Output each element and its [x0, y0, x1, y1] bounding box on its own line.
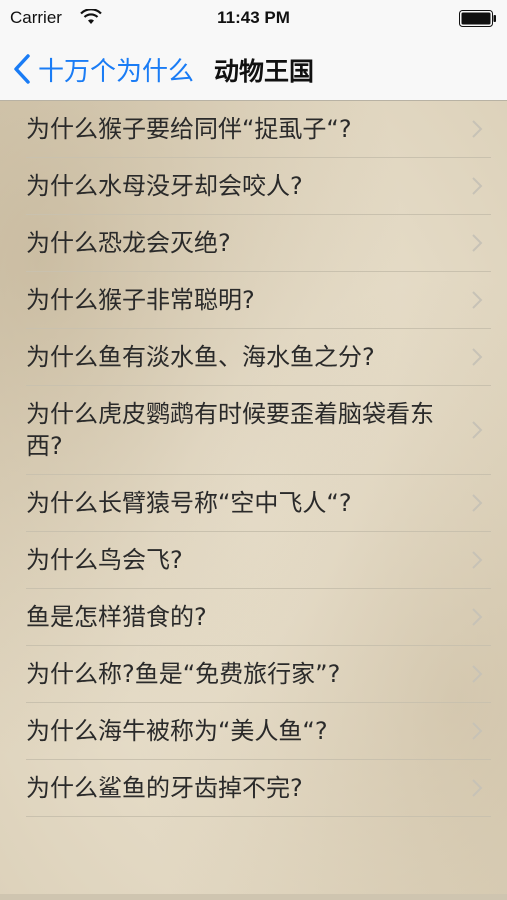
list-item-label: 为什么鲨鱼的牙齿掉不完?	[26, 774, 303, 802]
chevron-right-icon	[472, 291, 483, 309]
list-item[interactable]: 为什么猴子非常聪明?	[26, 272, 491, 329]
list-item-label: 为什么水母没牙却会咬人?	[26, 172, 303, 200]
list-item-label: 为什么长臂猿号称“空中飞人“?	[26, 489, 352, 517]
list-item[interactable]: 为什么称?鱼是“免费旅行家”?	[26, 646, 491, 703]
status-time: 11:43 PM	[217, 8, 290, 27]
list-item[interactable]: 鱼是怎样猎食的?	[26, 589, 491, 646]
navigation-bar: 十万个为什么 动物王国	[0, 38, 507, 101]
list-item-label: 为什么猴子要给同伴“捉虱子“?	[26, 115, 352, 143]
list-item[interactable]: 为什么鱼有淡水鱼、海水鱼之分?	[26, 329, 491, 386]
list-item-label: 为什么鸟会飞?	[26, 546, 183, 574]
chevron-right-icon	[472, 779, 483, 797]
list-item-label: 为什么海牛被称为“美人鱼“?	[26, 717, 328, 745]
bottom-edge	[0, 894, 507, 900]
chevron-right-icon	[472, 494, 483, 512]
page-title: 动物王国	[214, 57, 315, 86]
chevron-right-icon	[472, 120, 483, 138]
back-button-label: 十万个为什么	[38, 56, 195, 87]
chevron-right-icon	[472, 177, 483, 195]
chevron-right-icon	[472, 348, 483, 366]
list-item-label: 鱼是怎样猎食的?	[26, 603, 207, 631]
list-item-label: 为什么猴子非常聪明?	[26, 286, 255, 314]
chevron-right-icon	[472, 551, 483, 569]
chevron-right-icon	[472, 421, 483, 439]
chevron-right-icon	[472, 234, 483, 252]
list-item-label: 为什么鱼有淡水鱼、海水鱼之分?	[26, 343, 375, 371]
list-item-label: 为什么称?鱼是“免费旅行家”?	[26, 660, 341, 688]
list-item[interactable]: 为什么猴子要给同伴“捉虱子“?	[26, 101, 491, 158]
chevron-right-icon	[472, 608, 483, 626]
chevron-left-icon	[14, 54, 30, 84]
list-item-label: 为什么恐龙会灭绝?	[26, 229, 231, 257]
list-item[interactable]: 为什么长臂猿号称“空中飞人“?	[26, 475, 491, 532]
battery-icon	[459, 10, 496, 27]
list-item[interactable]: 为什么海牛被称为“美人鱼“?	[26, 703, 491, 760]
status-bar: Carrier 11:43 PM	[0, 0, 507, 38]
list-item[interactable]: 为什么鸟会飞?	[26, 532, 491, 589]
list-item[interactable]: 为什么恐龙会灭绝?	[26, 215, 491, 272]
chevron-right-icon	[472, 722, 483, 740]
list-item[interactable]: 为什么虎皮鹦鹉有时候要歪着脑袋看东西?	[26, 386, 491, 475]
list-item-label: 为什么虎皮鹦鹉有时候要歪着脑袋看东西?	[26, 400, 434, 460]
list-item[interactable]: 为什么鲨鱼的牙齿掉不完?	[26, 760, 491, 817]
question-list: 为什么猴子要给同伴“捉虱子“? 为什么水母没牙却会咬人? 为什么恐龙会灭绝? 为…	[0, 101, 507, 900]
list-item[interactable]: 为什么水母没牙却会咬人?	[26, 158, 491, 215]
chevron-right-icon	[472, 665, 483, 683]
back-button[interactable]: 十万个为什么	[12, 50, 194, 88]
